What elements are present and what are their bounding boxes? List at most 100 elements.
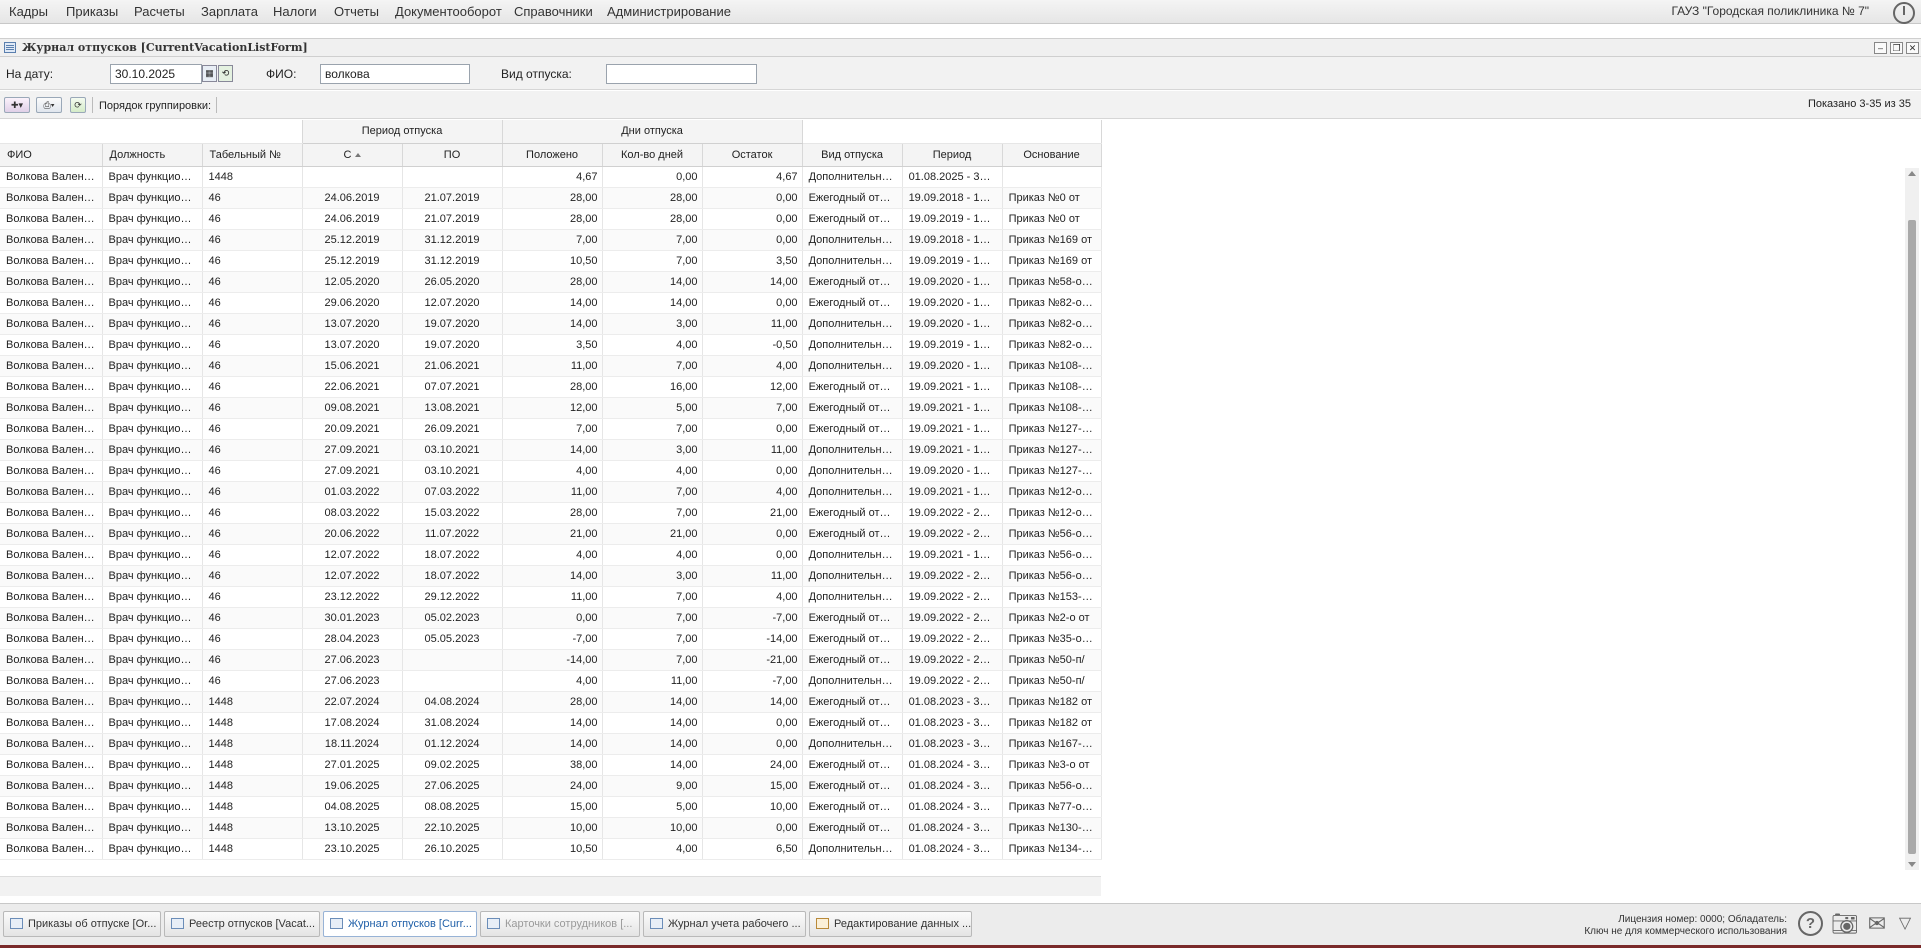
cell-vacation-type[interactable]: Ежегодный отпуск (802, 712, 903, 734)
table-row[interactable]: Волкова ВалентинаВрач функциональной диа… (0, 775, 1102, 797)
scroll-down-icon[interactable] (1908, 862, 1916, 867)
menu-dokumentooborot[interactable]: Документооборот (395, 4, 502, 19)
table-row[interactable]: Волкова ВалентинаВрач функциональной диа… (0, 250, 1102, 272)
cell-remainder[interactable]: 0,00 (702, 712, 803, 734)
menu-prikazy[interactable]: Приказы (66, 4, 118, 19)
cell-to[interactable]: 18.07.2022 (402, 544, 503, 566)
cell-vacation-type[interactable]: Дополнительный (802, 439, 903, 461)
cell-period[interactable]: 19.09.2021 - 18.09.2022 (902, 544, 1003, 566)
cell-to[interactable]: 03.10.2021 (402, 460, 503, 482)
cell-tab-number[interactable]: 46 (202, 544, 303, 566)
cell-fio[interactable]: Волкова Валентина (0, 208, 103, 230)
cell-days-count[interactable]: 7,00 (602, 502, 703, 524)
menu-spravochniki[interactable]: Справочники (514, 4, 593, 19)
cell-vacation-type[interactable]: Ежегодный отпуск (802, 628, 903, 650)
cell-days-count[interactable]: 16,00 (602, 376, 703, 398)
cell-from[interactable]: 23.10.2025 (302, 838, 403, 860)
cell-days-count[interactable]: 28,00 (602, 208, 703, 230)
cell-days-count[interactable]: 4,00 (602, 838, 703, 860)
cell-entitled[interactable]: 14,00 (502, 439, 603, 461)
cell-remainder[interactable]: 0,00 (702, 460, 803, 482)
cell-from[interactable]: 27.09.2021 (302, 460, 403, 482)
cell-period[interactable]: 19.09.2022 - 27.06.2023 (902, 628, 1003, 650)
cell-vacation-type[interactable]: Ежегодный отпуск (802, 649, 903, 671)
grouping-order-label[interactable]: Порядок группировки: (99, 100, 211, 112)
cell-entitled[interactable]: 28,00 (502, 376, 603, 398)
vacation-type-input[interactable] (606, 64, 757, 84)
cell-entitled[interactable]: 28,00 (502, 208, 603, 230)
cell-tab-number[interactable]: 1448 (202, 838, 303, 860)
restore-button[interactable]: ❐ (1890, 42, 1903, 54)
col-header-fio[interactable]: ФИО (0, 143, 103, 167)
cell-fio[interactable]: Волкова Валентина (0, 229, 103, 251)
cell-remainder[interactable]: 14,00 (702, 271, 803, 293)
cell-position[interactable]: Врач функциональной диагностики (102, 334, 203, 356)
cell-period[interactable]: 19.09.2021 - 18.09.2022 (902, 397, 1003, 419)
cell-fio[interactable]: Волкова Валентина (0, 460, 103, 482)
cell-period[interactable]: 19.09.2019 - 18.09.2020 (902, 334, 1003, 356)
scrollbar-thumb[interactable] (1908, 220, 1916, 854)
cell-to[interactable]: 26.09.2021 (402, 418, 503, 440)
camera-icon[interactable]: 📷︎ (1831, 911, 1859, 937)
cell-position[interactable]: Врач функциональной диагностики (102, 460, 203, 482)
cell-fio[interactable]: Волкова Валентина (0, 502, 103, 524)
cell-to[interactable]: 29.12.2022 (402, 586, 503, 608)
cell-period[interactable]: 19.09.2022 - 27.06.2023 (902, 523, 1003, 545)
cell-tab-number[interactable]: 46 (202, 586, 303, 608)
cell-fio[interactable]: Волкова Валентина (0, 712, 103, 734)
cell-from[interactable]: 28.04.2023 (302, 628, 403, 650)
cell-basis[interactable]: Приказ №82-о от (1002, 313, 1102, 335)
cell-position[interactable]: Врач функциональной диагностики (102, 481, 203, 503)
cell-entitled[interactable]: 4,67 (502, 166, 603, 188)
cell-tab-number[interactable]: 46 (202, 271, 303, 293)
cell-entitled[interactable]: 7,00 (502, 418, 603, 440)
cell-position[interactable]: Врач функциональной диагностики (102, 355, 203, 377)
table-row[interactable]: Волкова ВалентинаВрач функциональной диа… (0, 439, 1102, 461)
table-row[interactable]: Волкова ВалентинаВрач функциональной диа… (0, 838, 1102, 860)
menu-raschety[interactable]: Расчеты (134, 4, 185, 19)
cell-tab-number[interactable]: 1448 (202, 796, 303, 818)
task-vacation-registry[interactable]: Реестр отпусков [Vacat... (164, 911, 320, 937)
cell-to[interactable]: 26.05.2020 (402, 271, 503, 293)
cell-days-count[interactable]: 7,00 (602, 355, 703, 377)
cell-period[interactable]: 19.09.2022 - 27.06.2023 (902, 607, 1003, 629)
cell-remainder[interactable]: -21,00 (702, 649, 803, 671)
cell-basis[interactable]: Приказ №50-п/ (1002, 670, 1102, 692)
cell-from[interactable]: 18.11.2024 (302, 733, 403, 755)
cell-fio[interactable]: Волкова Валентина (0, 838, 103, 860)
cell-position[interactable]: Врач функциональной диагностики (102, 586, 203, 608)
calendar-icon[interactable]: ▦ (202, 65, 217, 82)
cell-days-count[interactable]: 3,00 (602, 565, 703, 587)
cell-days-count[interactable]: 5,00 (602, 397, 703, 419)
cell-days-count[interactable]: 9,00 (602, 775, 703, 797)
col-header-from[interactable]: С (302, 143, 403, 167)
cell-remainder[interactable]: 0,00 (702, 187, 803, 209)
cell-basis[interactable]: Приказ №56-о от (1002, 544, 1102, 566)
cell-remainder[interactable]: 11,00 (702, 439, 803, 461)
cell-fio[interactable]: Волкова Валентина (0, 565, 103, 587)
cell-period[interactable]: 19.09.2018 - 18.09.2019 (902, 229, 1003, 251)
cell-basis[interactable]: Приказ №127-о от (1002, 418, 1102, 440)
cell-to[interactable] (402, 166, 503, 188)
cell-fio[interactable]: Волкова Валентина (0, 670, 103, 692)
cell-position[interactable]: Врач функциональной диагностики (102, 418, 203, 440)
cell-basis[interactable]: Приказ №134-о от (1002, 838, 1102, 860)
cell-position[interactable]: Врач функциональной диагностики (102, 397, 203, 419)
cell-fio[interactable]: Волкова Валентина (0, 481, 103, 503)
cell-from[interactable]: 15.06.2021 (302, 355, 403, 377)
table-row[interactable]: Волкова ВалентинаВрач функциональной диа… (0, 166, 1102, 188)
cell-entitled[interactable]: 14,00 (502, 712, 603, 734)
cell-from[interactable]: 08.03.2022 (302, 502, 403, 524)
cell-position[interactable]: Врач функциональной диагностики (102, 292, 203, 314)
cell-fio[interactable]: Волкова Валентина (0, 544, 103, 566)
date-refresh-icon[interactable]: ⟲ (218, 65, 233, 82)
cell-remainder[interactable]: 11,00 (702, 565, 803, 587)
cell-fio[interactable]: Волкова Валентина (0, 166, 103, 188)
cell-period[interactable]: 19.09.2022 - 27.06.2023 (902, 502, 1003, 524)
cell-tab-number[interactable]: 46 (202, 208, 303, 230)
cell-basis[interactable]: Приказ №153-о от (1002, 586, 1102, 608)
table-row[interactable]: Волкова ВалентинаВрач функциональной диа… (0, 754, 1102, 776)
cell-remainder[interactable]: 21,00 (702, 502, 803, 524)
cell-entitled[interactable]: 7,00 (502, 229, 603, 251)
cell-remainder[interactable]: -14,00 (702, 628, 803, 650)
